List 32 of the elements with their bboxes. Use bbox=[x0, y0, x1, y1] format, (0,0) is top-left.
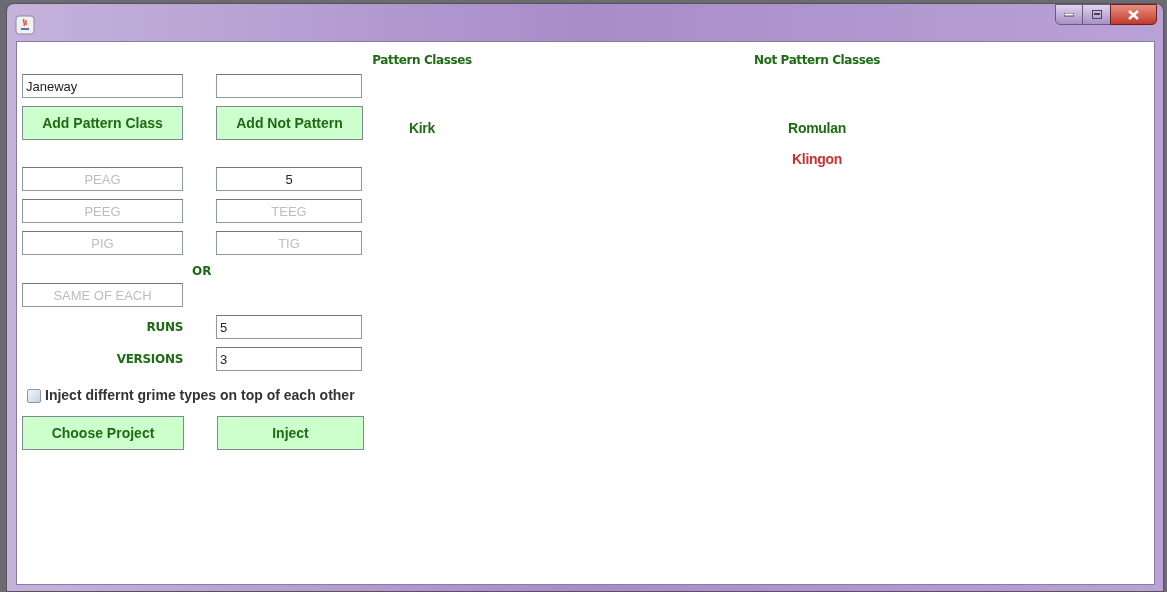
maximize-icon bbox=[1091, 10, 1102, 19]
setting-label: VERSIONS bbox=[116, 351, 183, 368]
grime-field[interactable]: TIG bbox=[216, 231, 362, 255]
minimize-button[interactable] bbox=[1055, 4, 1083, 25]
column-heading: Pattern Classes bbox=[372, 52, 472, 69]
class-name: Kirk bbox=[408, 120, 435, 136]
add-pattern-button[interactable]: Add Pattern Class bbox=[22, 106, 183, 140]
class-name-field[interactable] bbox=[216, 74, 362, 98]
inject-button[interactable]: Inject bbox=[217, 416, 364, 450]
setting-label: RUNS bbox=[146, 319, 183, 336]
checkbox[interactable] bbox=[27, 388, 41, 403]
or-label: OR bbox=[192, 263, 212, 279]
close-button[interactable] bbox=[1110, 4, 1157, 25]
grime-field[interactable]: TEEG bbox=[216, 199, 362, 223]
minimize-icon bbox=[1064, 12, 1074, 17]
grime-field[interactable]: PIG bbox=[22, 231, 183, 255]
class-name: Romulan bbox=[788, 120, 846, 136]
setting-field[interactable]: 3 bbox=[216, 347, 362, 371]
class-name-field[interactable]: Janeway bbox=[22, 74, 183, 98]
same-of-each-field[interactable]: SAME OF EACH bbox=[22, 283, 183, 307]
grime-field[interactable]: PEEG bbox=[22, 199, 183, 223]
maximize-button[interactable] bbox=[1083, 4, 1110, 25]
setting-field[interactable]: 5 bbox=[216, 315, 362, 339]
column-heading: Not Pattern Classes bbox=[754, 52, 880, 69]
checkbox-label: Inject differnt grime types on top of each other bbox=[45, 386, 355, 405]
app-icon bbox=[15, 15, 35, 35]
close-icon bbox=[1128, 9, 1139, 20]
grime-field[interactable]: PEAG bbox=[22, 167, 183, 191]
grime-field[interactable]: 5 bbox=[216, 167, 362, 191]
choose-project-button[interactable]: Choose Project bbox=[22, 416, 184, 450]
class-name: Klingon bbox=[792, 151, 842, 167]
add-not-pattern-button[interactable]: Add Not Pattern bbox=[216, 106, 363, 140]
